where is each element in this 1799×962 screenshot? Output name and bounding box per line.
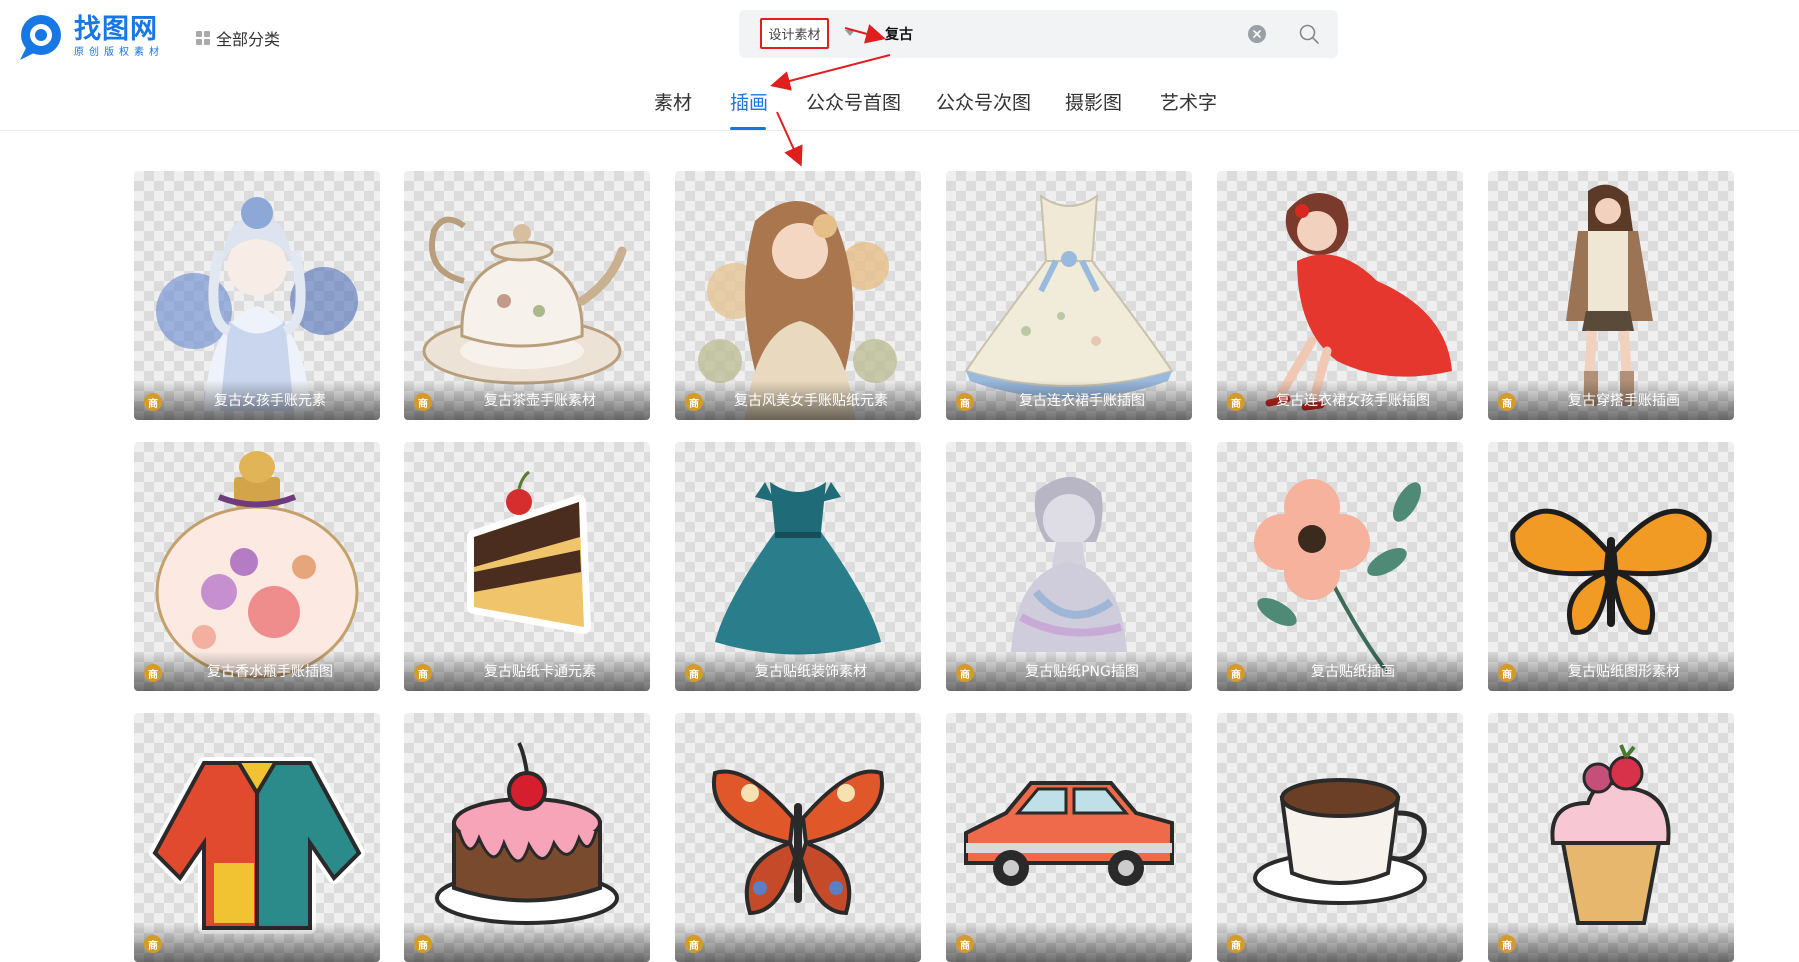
card-title: 复古连衣裙手账插图	[1019, 393, 1145, 409]
card-title: 复古贴纸卡通元素	[484, 664, 596, 680]
card-title: 复古贴纸PNG插图	[1025, 664, 1139, 680]
commercial-badge: 商	[956, 664, 974, 682]
logo-icon	[20, 15, 61, 60]
card-title: 复古女孩手账元素	[214, 393, 326, 409]
result-card[interactable]: 商 复古茶壶手账素材	[404, 171, 650, 420]
type-tabs: 素材 插画 公众号首图 公众号次图 摄影图 艺术字	[0, 80, 1799, 130]
commercial-badge: 商	[414, 935, 432, 953]
card-caption-bar	[134, 922, 380, 962]
commercial-badge: 商	[144, 935, 162, 953]
tab-chahua[interactable]: 插画	[730, 88, 768, 115]
site-logo[interactable]: 找图网 原创版权素材	[18, 12, 164, 62]
card-title: 复古香水瓶手账插图	[207, 664, 333, 680]
commercial-badge: 商	[414, 664, 432, 682]
result-card[interactable]: 商	[1217, 713, 1463, 962]
commercial-badge: 商	[1227, 393, 1245, 411]
result-card[interactable]: 商 复古贴纸图形素材	[1488, 442, 1734, 691]
result-card[interactable]: 商 复古贴纸插画	[1217, 442, 1463, 691]
commercial-badge: 商	[414, 393, 432, 411]
commercial-badge: 商	[685, 935, 703, 953]
card-title: 复古贴纸装饰素材	[755, 664, 867, 680]
tab-art-text[interactable]: 艺术字	[1160, 88, 1217, 115]
result-card[interactable]: 商 复古女孩手账元素	[134, 171, 380, 420]
result-card[interactable]: 商	[946, 713, 1192, 962]
card-title: 复古连衣裙女孩手账插图	[1276, 393, 1430, 409]
result-card[interactable]: 商 复古风美女手账贴纸元素	[675, 171, 921, 420]
card-caption-bar	[946, 922, 1192, 962]
commercial-badge: 商	[1227, 935, 1245, 953]
card-title: 复古风美女手账贴纸元素	[734, 393, 888, 409]
card-caption-bar	[404, 922, 650, 962]
commercial-badge: 商	[1498, 664, 1516, 682]
result-card[interactable]: 商 复古穿搭手账插画	[1488, 171, 1734, 420]
commercial-badge: 商	[1498, 935, 1516, 953]
commercial-badge: 商	[1227, 664, 1245, 682]
chevron-down-icon[interactable]	[845, 30, 855, 36]
result-card[interactable]: 商 复古香水瓶手账插图	[134, 442, 380, 691]
card-caption-bar	[1488, 922, 1734, 962]
result-card[interactable]: 商	[404, 713, 650, 962]
card-caption-bar	[1217, 922, 1463, 962]
active-tab-indicator	[730, 127, 766, 130]
logo-title: 找图网	[74, 14, 158, 45]
commercial-badge: 商	[1498, 393, 1516, 411]
all-categories-label: 全部分类	[216, 30, 281, 49]
search-scope-select[interactable]: 设计素材	[760, 18, 829, 49]
result-card[interactable]: 商 复古连衣裙手账插图	[946, 171, 1192, 420]
card-title: 复古贴纸图形素材	[1568, 664, 1680, 680]
card-title: 复古穿搭手账插画	[1568, 393, 1680, 409]
result-card[interactable]: 商	[134, 713, 380, 962]
search-input[interactable]	[883, 21, 1217, 47]
commercial-badge: 商	[956, 935, 974, 953]
site-header: 找图网 原创版权素材 全部分类 设计素材 素材 插画 公众号首图 公众号次图 摄…	[0, 0, 1799, 131]
result-card[interactable]: 商	[1488, 713, 1734, 962]
commercial-badge: 商	[144, 393, 162, 411]
tab-gzh-secondary[interactable]: 公众号次图	[936, 88, 1031, 115]
commercial-badge: 商	[685, 664, 703, 682]
tab-photo[interactable]: 摄影图	[1065, 88, 1122, 115]
commercial-badge: 商	[685, 393, 703, 411]
clear-icon[interactable]	[1248, 25, 1266, 43]
search-icon[interactable]	[1297, 22, 1321, 46]
card-title: 复古茶壶手账素材	[484, 393, 596, 409]
all-categories-button[interactable]: 全部分类	[196, 26, 280, 50]
tab-gzh-cover[interactable]: 公众号首图	[806, 88, 901, 115]
commercial-badge: 商	[956, 393, 974, 411]
tab-sucai[interactable]: 素材	[654, 88, 692, 115]
search-bar: 设计素材	[739, 10, 1338, 58]
result-card[interactable]: 商 复古贴纸PNG插图	[946, 442, 1192, 691]
grid-icon	[196, 31, 210, 45]
result-card[interactable]: 商 复古贴纸卡通元素	[404, 442, 650, 691]
card-title: 复古贴纸插画	[1311, 664, 1395, 680]
card-caption-bar	[675, 922, 921, 962]
commercial-badge: 商	[144, 664, 162, 682]
result-card[interactable]: 商 复古贴纸装饰素材	[675, 442, 921, 691]
result-card[interactable]: 商	[675, 713, 921, 962]
logo-subtitle: 原创版权素材	[74, 47, 164, 58]
result-card[interactable]: 商 复古连衣裙女孩手账插图	[1217, 171, 1463, 420]
